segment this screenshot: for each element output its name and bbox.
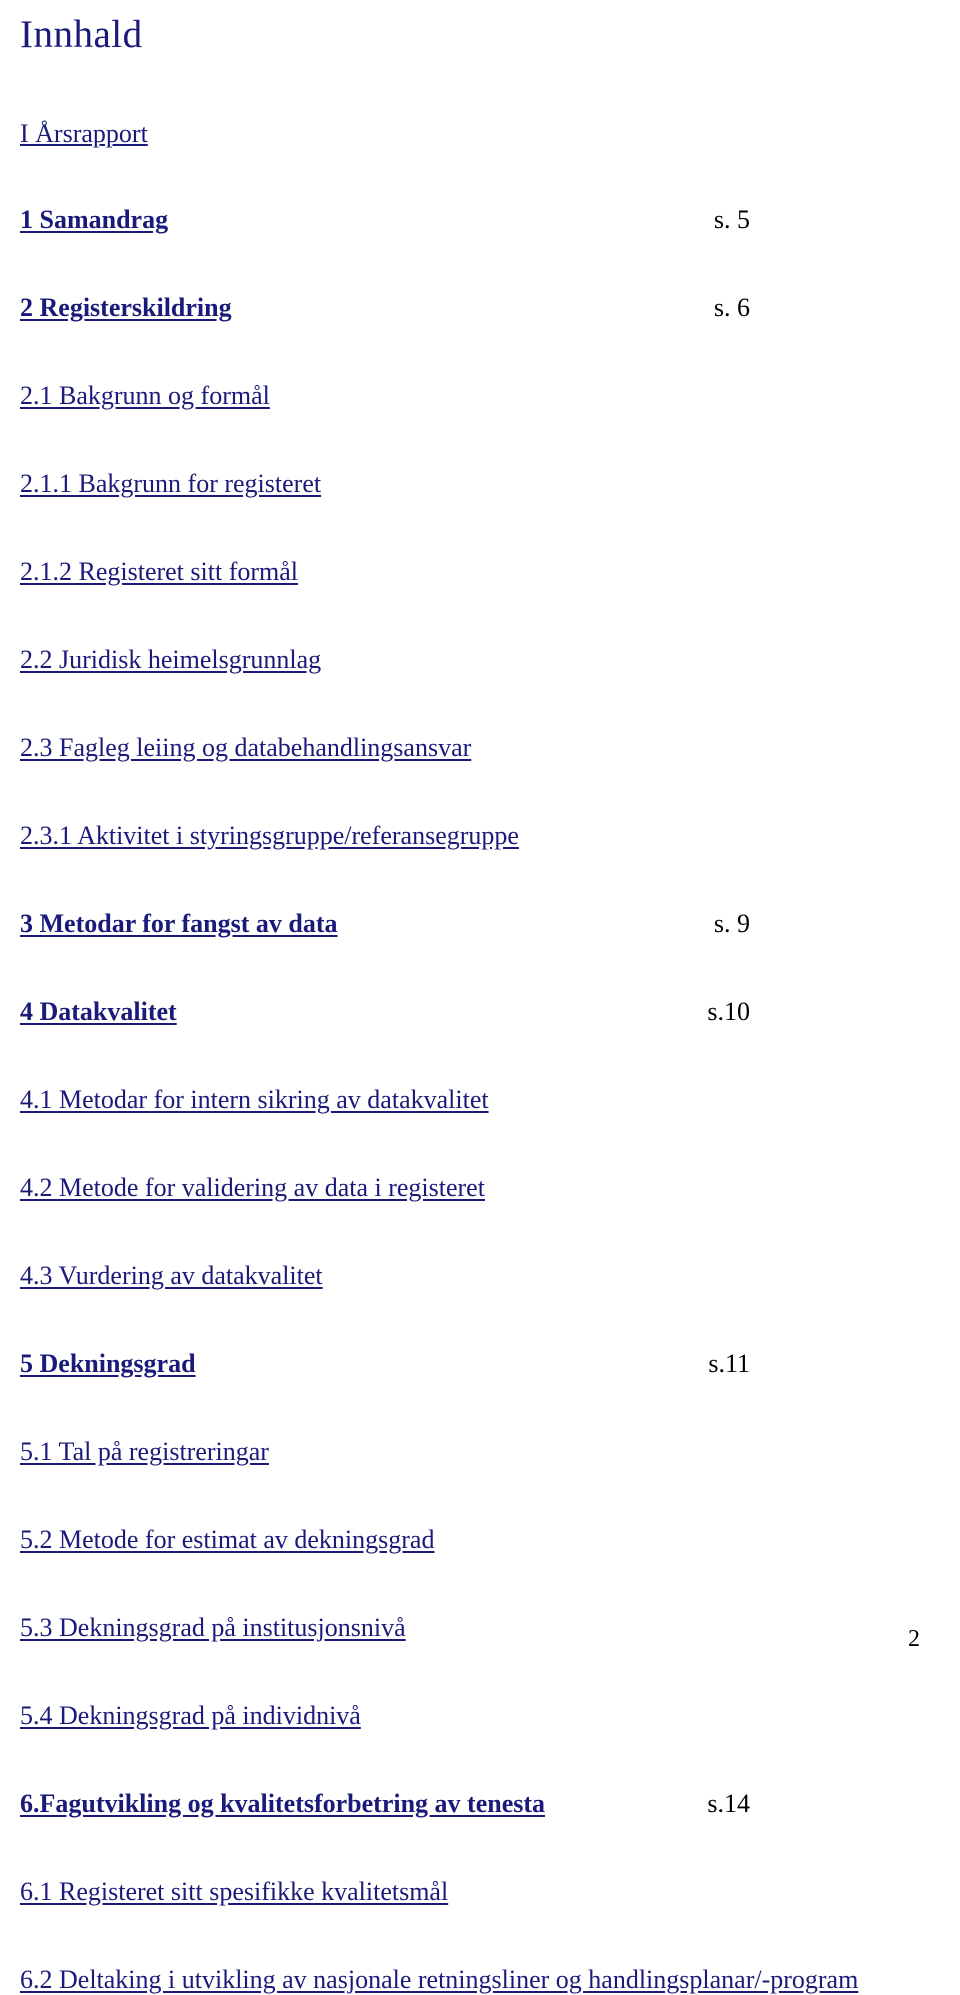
toc-entry-label[interactable]: 2 Registerskildring — [20, 293, 232, 323]
toc-entry-label[interactable]: 2.3.1 Aktivitet i styringsgruppe/referan… — [20, 821, 519, 851]
page-title: Innhald — [20, 12, 760, 57]
toc-row: 6.1 Registeret sitt spesifikke kvalitets… — [20, 1877, 760, 1907]
toc-entry-label[interactable]: 6.2 Deltaking i utvikling av nasjonale r… — [20, 1965, 858, 1995]
toc-entry-label[interactable]: 3 Metodar for fangst av data — [20, 909, 338, 939]
toc-entry-label[interactable]: 6.Fagutvikling og kvalitetsforbetring av… — [20, 1789, 545, 1819]
toc-row: 4.1 Metodar for intern sikring av datakv… — [20, 1085, 760, 1115]
toc-entry-label[interactable]: 1 Samandrag — [20, 205, 168, 235]
toc-row: 2.1.1 Bakgrunn for registeret — [20, 469, 760, 499]
toc-list: 1 Samandrag s. 5 2 Registerskildring s. 6 2.… — [20, 205, 760, 1995]
toc-entry-label[interactable]: 5 Dekningsgrad — [20, 1349, 196, 1379]
toc-row: 5 Dekningsgrad s.11 — [20, 1349, 760, 1379]
toc-entry-label[interactable]: 2.3 Fagleg leiing og databehandlingsansv… — [20, 733, 471, 763]
toc-entry-label[interactable]: 4 Datakvalitet — [20, 997, 177, 1027]
toc-row: 4 Datakvalitet s.10 — [20, 997, 760, 1027]
toc-row: 6.Fagutvikling og kvalitetsforbetring av… — [20, 1789, 760, 1819]
toc-row: 1 Samandrag s. 5 — [20, 205, 760, 235]
toc-entry-label[interactable]: 4.1 Metodar for intern sikring av datakv… — [20, 1085, 489, 1115]
toc-entry-label[interactable]: 4.3 Vurdering av datakvalitet — [20, 1261, 323, 1291]
toc-entry-page: s.11 — [708, 1349, 760, 1379]
page-number: 2 — [908, 1626, 920, 1653]
toc-row: 2 Registerskildring s. 6 — [20, 293, 760, 323]
toc-row: 5.4 Dekningsgrad på individnivå — [20, 1701, 760, 1731]
toc-entry-label[interactable]: 5.4 Dekningsgrad på individnivå — [20, 1701, 361, 1731]
toc-entry-label[interactable]: 6.1 Registeret sitt spesifikke kvalitets… — [20, 1877, 448, 1907]
toc-row: 2.1 Bakgrunn og formål — [20, 381, 760, 411]
toc-entry-label[interactable]: 4.2 Metode for validering av data i regi… — [20, 1173, 485, 1203]
toc-row: 5.2 Metode for estimat av dekningsgrad — [20, 1525, 760, 1555]
toc-row: 2.2 Juridisk heimelsgrunnlag — [20, 645, 760, 675]
toc-entry-page: s. 9 — [714, 909, 760, 939]
toc-row: 6.2 Deltaking i utvikling av nasjonale r… — [20, 1965, 760, 1995]
toc-row: 2.3 Fagleg leiing og databehandlingsansv… — [20, 733, 760, 763]
toc-row: 5.3 Dekningsgrad på institusjonsnivå — [20, 1613, 760, 1643]
toc-entry-label[interactable]: 5.1 Tal på registreringar — [20, 1437, 269, 1467]
toc-entry-page: s. 6 — [714, 293, 760, 323]
toc-row: 4.3 Vurdering av datakvalitet — [20, 1261, 760, 1291]
page: Innhald I Årsrapport 1 Samandrag s. 5 2 Re… — [0, 0, 960, 1683]
toc-row: 2.3.1 Aktivitet i styringsgruppe/referan… — [20, 821, 760, 851]
toc-entry-page: s. 5 — [714, 205, 760, 235]
toc-row: 5.1 Tal på registreringar — [20, 1437, 760, 1467]
toc-row: 4.2 Metode for validering av data i regi… — [20, 1173, 760, 1203]
toc-row: 3 Metodar for fangst av data s. 9 — [20, 909, 760, 939]
toc-entry-label[interactable]: 2.1.2 Registeret sitt formål — [20, 557, 298, 587]
toc-entry-label[interactable]: 2.1.1 Bakgrunn for registeret — [20, 469, 321, 499]
toc-entry-page: s.10 — [707, 997, 760, 1027]
toc-entry-label[interactable]: 2.1 Bakgrunn og formål — [20, 381, 270, 411]
toc-entry-page: s.14 — [707, 1789, 760, 1819]
part-heading: I Årsrapport — [20, 119, 760, 149]
content-column: Innhald I Årsrapport 1 Samandrag s. 5 2 Re… — [20, 12, 760, 1995]
toc-entry-label[interactable]: 5.2 Metode for estimat av dekningsgrad — [20, 1525, 434, 1555]
toc-row: 2.1.2 Registeret sitt formål — [20, 557, 760, 587]
toc-entry-label[interactable]: 5.3 Dekningsgrad på institusjonsnivå — [20, 1613, 406, 1643]
toc-entry-label[interactable]: 2.2 Juridisk heimelsgrunnlag — [20, 645, 321, 675]
